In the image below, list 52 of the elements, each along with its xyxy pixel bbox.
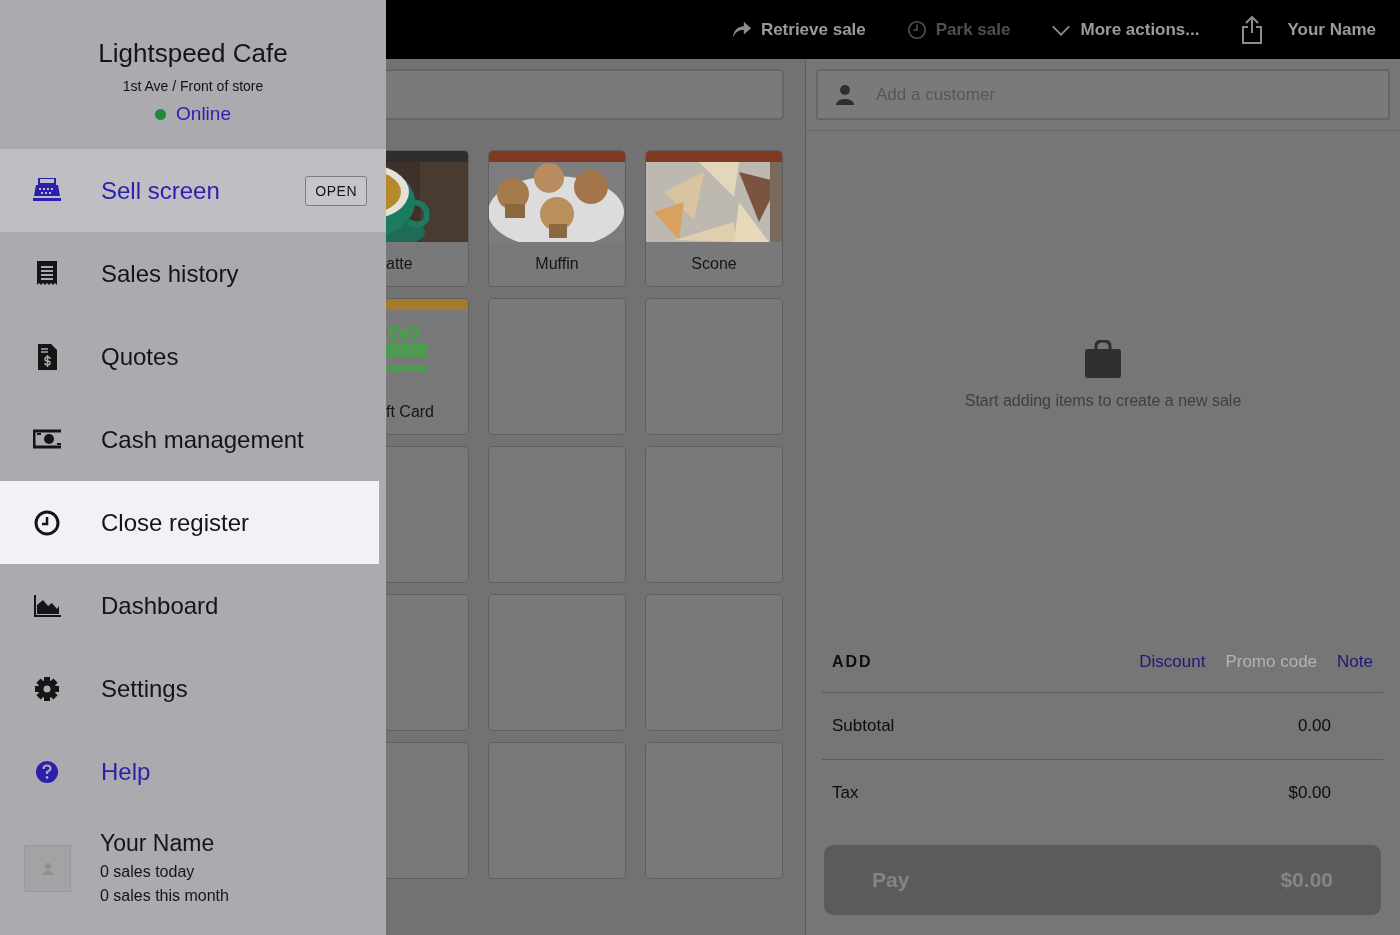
empty-tile[interactable]	[386, 742, 469, 879]
menu-item[interactable]: Quotes	[0, 315, 386, 398]
toolbar-button[interactable]: More actions...	[1050, 18, 1200, 41]
empty-tile[interactable]	[645, 742, 783, 879]
user-name[interactable]: Your Name	[1287, 19, 1376, 40]
total-value: $0.00	[1288, 783, 1331, 803]
menu-item[interactable]: Close register	[0, 481, 379, 564]
user-name: Your Name	[100, 830, 216, 857]
register-icon	[33, 177, 61, 204]
empty-tile[interactable]	[386, 594, 469, 731]
menu-item[interactable]: Dashboard	[0, 564, 386, 647]
product-name: Muffin	[534, 254, 580, 274]
product-tile[interactable]: atte	[386, 150, 469, 287]
status-badge: OPEN	[305, 175, 367, 206]
product-name: atte	[386, 254, 414, 274]
total-label: Tax	[832, 783, 859, 803]
empty-tile[interactable]	[488, 446, 626, 583]
total-label: Subtotal	[832, 716, 895, 736]
connection-status: Online	[176, 103, 231, 125]
empty-tile[interactable]	[386, 446, 469, 583]
total-value: 0.00	[1297, 716, 1331, 736]
person-icon	[836, 85, 854, 105]
product-tile[interactable]: Muffin	[488, 150, 626, 287]
product-name: ft Card	[386, 402, 435, 422]
empty-tile[interactable]	[488, 742, 626, 879]
toolbar-button[interactable]: Retrieve sale	[730, 18, 866, 41]
menu-item[interactable]: Settings	[0, 647, 386, 730]
store-name: Lightspeed Cafe	[98, 38, 288, 69]
product-tile[interactable]: Scone	[645, 150, 783, 287]
empty-tile[interactable]	[488, 594, 626, 731]
empty-tile[interactable]	[645, 446, 783, 583]
sales-count: 0 sales today	[100, 863, 196, 881]
menu-item[interactable]: Help	[0, 730, 386, 813]
sales-count: 0 sales this month	[100, 887, 229, 905]
empty-tile[interactable]	[488, 298, 626, 435]
shopping-bag-icon	[1085, 340, 1121, 378]
menu-item[interactable]: Sell screen OPEN	[0, 149, 386, 232]
add-label: ADD	[832, 652, 874, 671]
settings-icon	[33, 675, 61, 702]
clock-icon	[905, 18, 928, 41]
empty-tile[interactable]	[645, 594, 783, 731]
menu-item[interactable]: Sales history	[0, 232, 386, 315]
area-chart-icon	[33, 592, 61, 619]
store-location: 1st Ave / Front of store	[122, 78, 264, 94]
menu-item[interactable]: Cash management	[0, 398, 386, 481]
help-icon	[33, 758, 61, 785]
empty-tile[interactable]	[645, 298, 783, 435]
product-name: Scone	[690, 254, 738, 274]
product-tile[interactable]: ft Card	[386, 298, 469, 435]
share-icon[interactable]	[1239, 14, 1264, 45]
clock-icon	[33, 509, 61, 536]
search-field[interactable]	[386, 69, 784, 120]
